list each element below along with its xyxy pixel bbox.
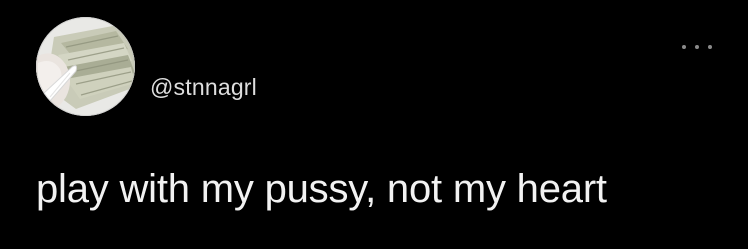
- avatar-photo-icon: [36, 17, 135, 116]
- more-options-icon[interactable]: [682, 40, 712, 54]
- more-dot: [682, 45, 686, 49]
- tweet-text: play with my pussy, not my heart: [36, 167, 607, 211]
- tweet-card: @stnnagrl play with my pussy, not my hea…: [0, 0, 748, 249]
- more-dot: [695, 45, 699, 49]
- avatar[interactable]: [36, 17, 135, 116]
- user-handle[interactable]: @stnnagrl: [150, 72, 257, 102]
- more-dot: [708, 45, 712, 49]
